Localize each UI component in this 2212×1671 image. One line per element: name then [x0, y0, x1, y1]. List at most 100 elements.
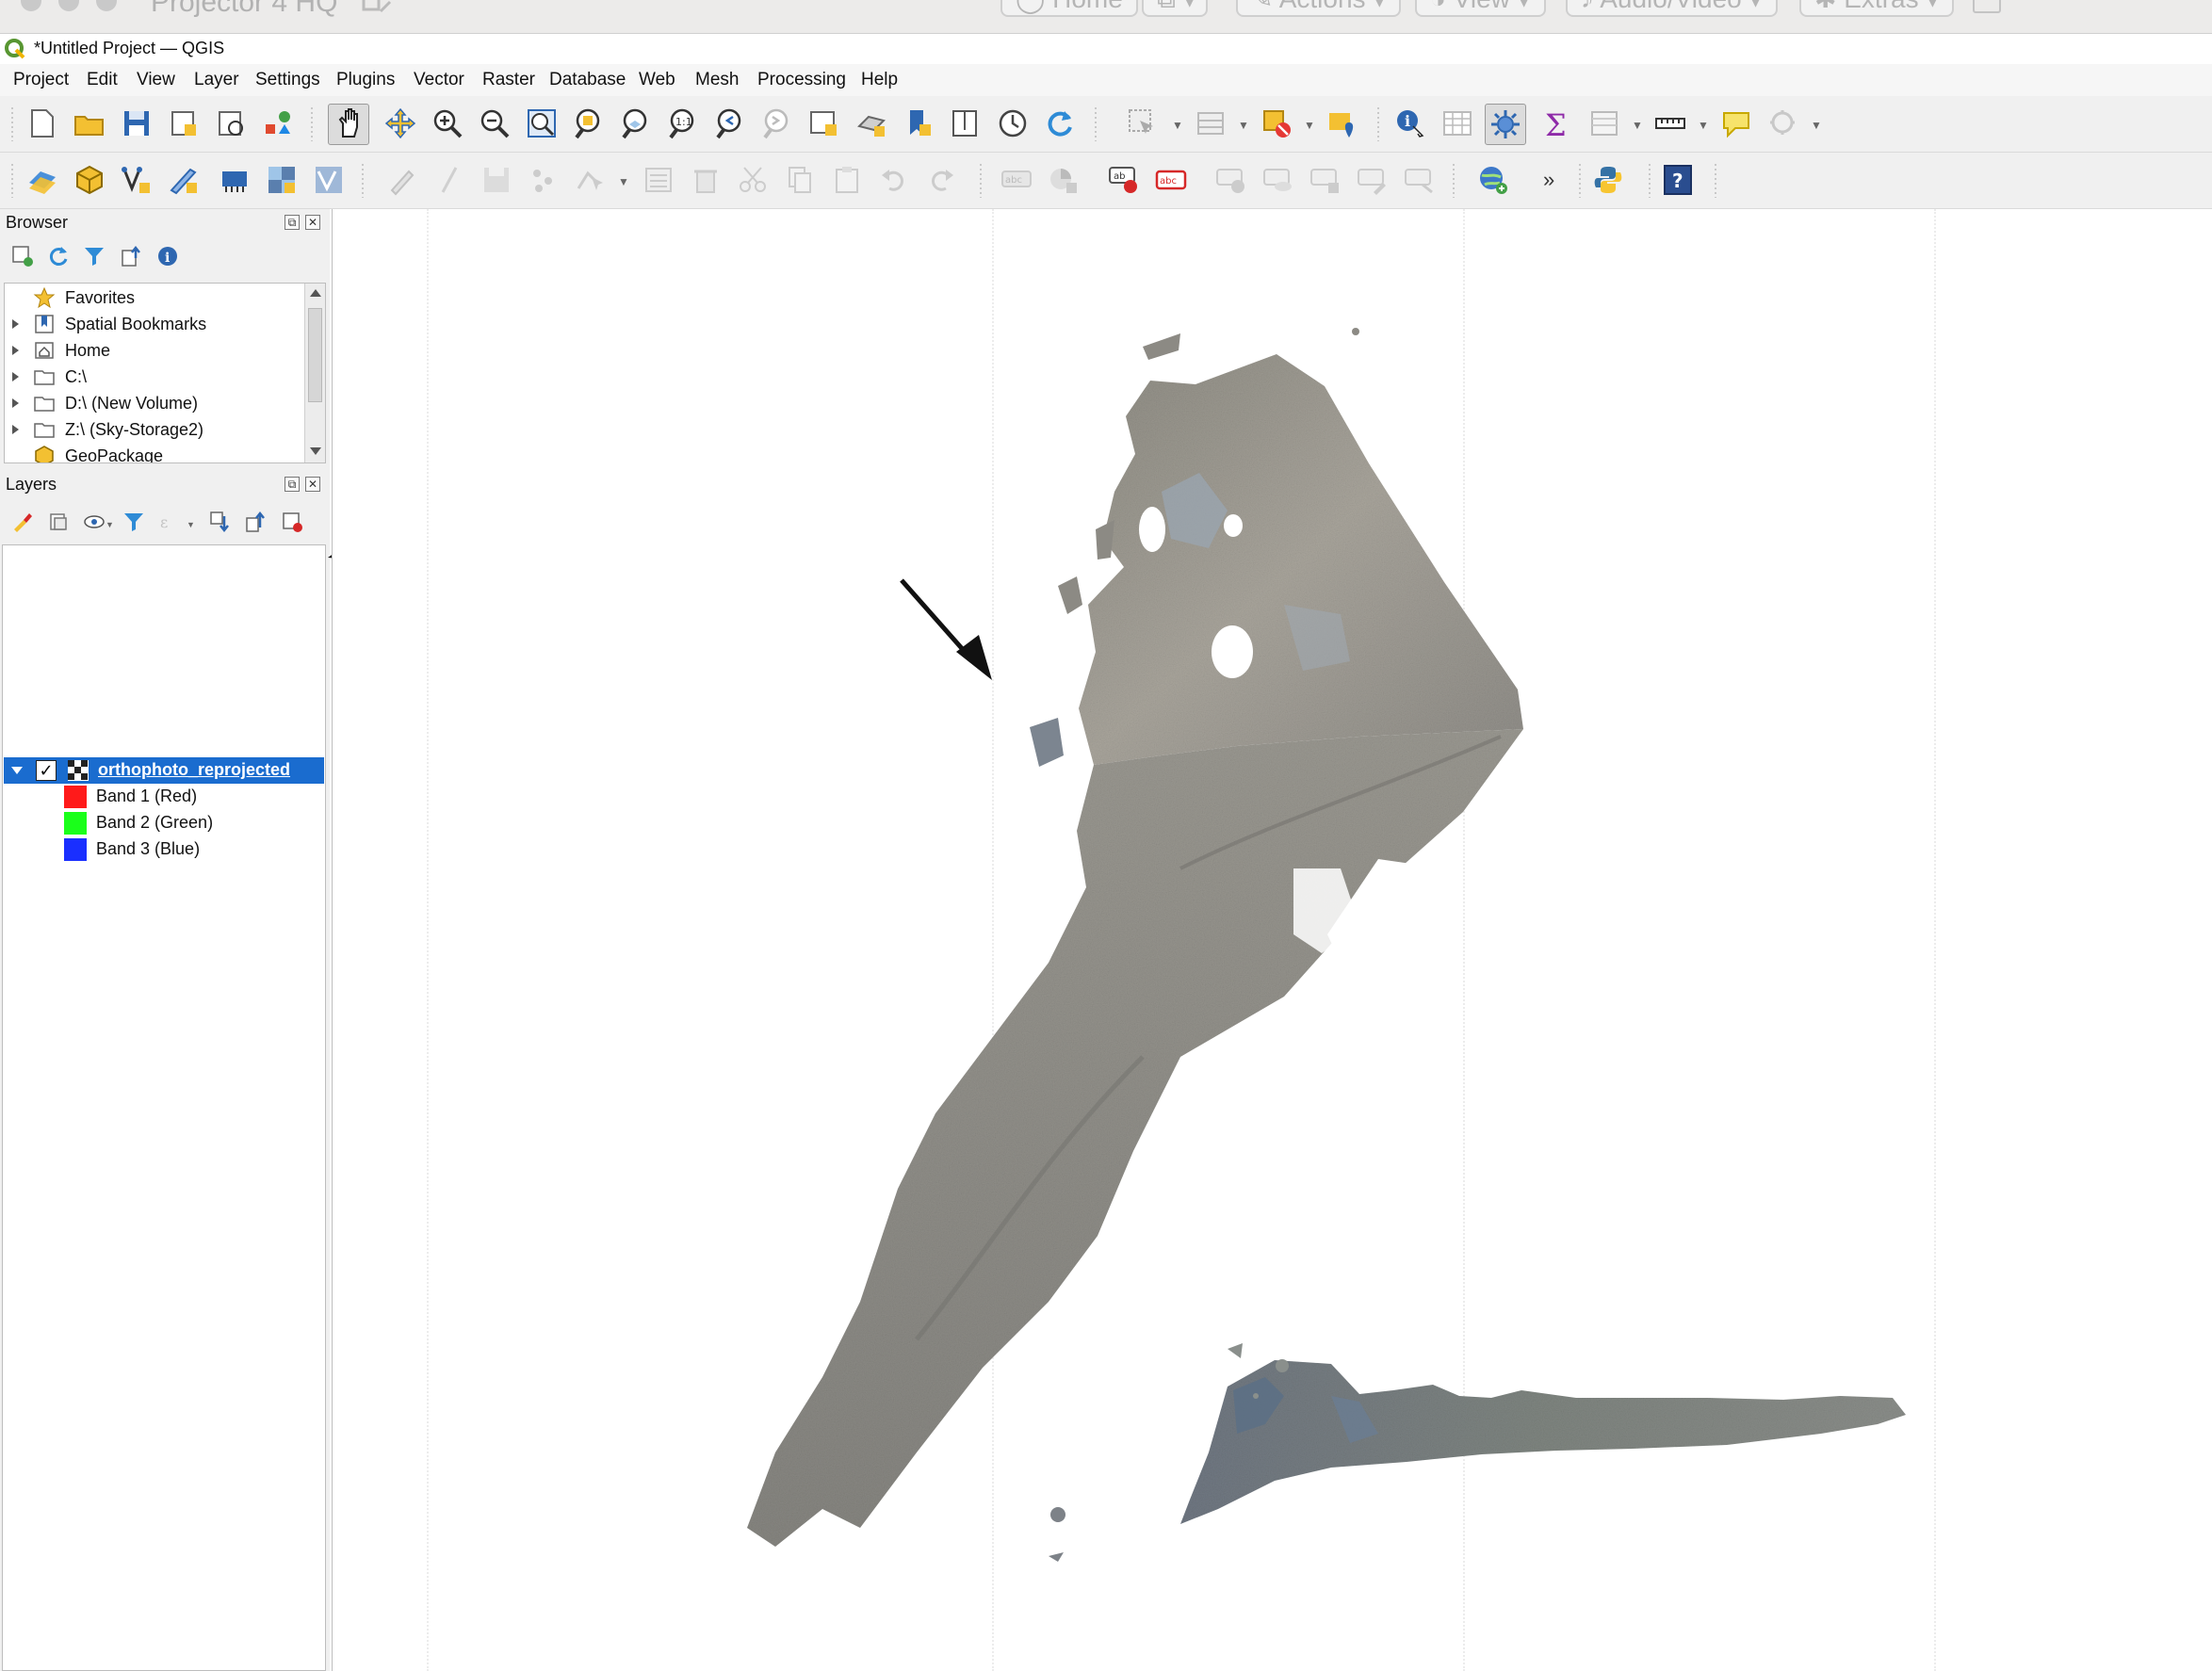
expand-caret-icon[interactable] — [12, 398, 19, 408]
collapse-caret-icon[interactable] — [11, 767, 23, 774]
outer-sidebar-icon[interactable] — [1973, 0, 2001, 13]
new-geopackage-layer-icon[interactable] — [73, 164, 106, 196]
browser-item-spatial-bookmarks[interactable]: Spatial Bookmarks — [5, 312, 304, 338]
zoom-in-icon[interactable] — [431, 107, 464, 139]
browser-scrollbar-thumb[interactable] — [308, 308, 322, 402]
vertex-tool-dropdown-icon[interactable]: ▼ — [618, 175, 629, 188]
manage-map-themes-icon[interactable] — [83, 511, 106, 533]
add-vector-layer-icon[interactable] — [313, 164, 345, 196]
python-console-icon[interactable] — [1592, 164, 1624, 196]
highlight-pinned-labels-icon[interactable]: abc — [1155, 164, 1187, 196]
add-group-icon[interactable] — [47, 511, 70, 533]
temporal-controller-icon[interactable] — [997, 107, 1029, 139]
menu-vector[interactable]: Vector — [414, 70, 464, 90]
scroll-up-arrow-icon[interactable] — [310, 289, 321, 297]
save-project-icon[interactable] — [121, 107, 153, 139]
outer-view-button[interactable]: ◑ View ▾ — [1415, 0, 1546, 17]
outer-home-button[interactable]: ◯ Home — [1000, 0, 1138, 17]
new-print-layout-icon[interactable] — [168, 107, 200, 139]
browser-float-button[interactable]: ⧉ — [285, 215, 300, 230]
browser-collapse-all-icon[interactable] — [121, 245, 143, 268]
pan-to-selection-icon[interactable] — [384, 107, 416, 139]
close-window-dot[interactable] — [21, 0, 41, 11]
remove-layer-icon[interactable] — [281, 511, 303, 533]
deselect-dropdown-icon[interactable]: ▼ — [1304, 119, 1315, 132]
menu-mesh[interactable]: Mesh — [695, 70, 739, 90]
zoom-out-icon[interactable] — [479, 107, 511, 139]
data-source-manager-icon[interactable] — [26, 164, 58, 196]
layers-close-button[interactable]: ✕ — [305, 477, 320, 492]
new-project-icon[interactable] — [26, 107, 58, 139]
filter-legend-icon[interactable] — [122, 511, 145, 533]
browser-scrollbar[interactable] — [304, 284, 325, 462]
layers-float-button[interactable]: ⧉ — [285, 477, 300, 492]
deselect-features-icon[interactable] — [1261, 107, 1293, 139]
scroll-down-arrow-icon[interactable] — [310, 447, 321, 455]
browser-refresh-icon[interactable] — [47, 245, 70, 268]
attributes-dropdown-icon[interactable]: ▼ — [1632, 119, 1643, 132]
refresh-icon[interactable] — [1044, 107, 1076, 139]
expand-caret-icon[interactable] — [12, 319, 19, 329]
menu-layer[interactable]: Layer — [194, 70, 239, 90]
new-bookmark-icon[interactable] — [903, 107, 935, 139]
outer-audio-video-button[interactable]: ♪ Audio/Video ▾ — [1566, 0, 1778, 17]
menu-web[interactable]: Web — [639, 70, 675, 90]
measure-line-icon[interactable] — [1654, 107, 1686, 139]
add-raster-layer-icon[interactable] — [266, 164, 298, 196]
style-manager-icon[interactable] — [262, 107, 294, 139]
statistical-summary-icon[interactable]: Σ — [1541, 107, 1573, 139]
select-by-location-icon[interactable] — [1326, 107, 1358, 139]
menu-processing[interactable]: Processing — [757, 70, 846, 90]
zoom-full-icon[interactable] — [526, 107, 558, 139]
browser-item-z-drive[interactable]: Z:\ (Sky-Storage2) — [5, 417, 304, 444]
menu-raster[interactable]: Raster — [482, 70, 535, 90]
zoom-to-layer-icon[interactable] — [620, 107, 652, 139]
new-3d-map-view-icon[interactable] — [855, 107, 887, 139]
expand-all-icon[interactable] — [209, 511, 232, 533]
layer-visibility-checkbox[interactable]: ✓ — [36, 760, 57, 781]
menu-project[interactable]: Project — [13, 70, 69, 90]
browser-close-button[interactable]: ✕ — [305, 215, 320, 230]
filter-expression-dropdown-icon[interactable]: ▼ — [187, 520, 195, 529]
browser-filter-icon[interactable] — [83, 245, 106, 268]
collapse-all-icon[interactable] — [245, 511, 268, 533]
open-layer-styling-icon[interactable] — [11, 511, 34, 533]
zoom-native-resolution-icon[interactable]: 1:1 — [667, 107, 699, 139]
new-virtual-layer-icon[interactable] — [219, 164, 251, 196]
outer-plugin-icon[interactable] — [362, 0, 394, 21]
pan-map-icon[interactable] — [333, 108, 366, 140]
select-by-value-dropdown-icon[interactable]: ▼ — [1238, 119, 1249, 132]
menu-help[interactable]: Help — [861, 70, 898, 90]
layout-manager-icon[interactable] — [215, 107, 247, 139]
menu-settings[interactable]: Settings — [255, 70, 320, 90]
browser-item-d-drive[interactable]: D:\ (New Volume) — [5, 391, 304, 417]
outer-copy-button[interactable]: ⧉ ▾ — [1142, 0, 1208, 17]
measure-dropdown-icon[interactable]: ▼ — [1698, 119, 1709, 132]
expand-caret-icon[interactable] — [12, 346, 19, 355]
browser-item-favorites[interactable]: Favorites — [5, 285, 304, 312]
show-bookmarks-icon[interactable] — [950, 107, 982, 139]
menu-plugins[interactable]: Plugins — [336, 70, 395, 90]
processing-toolbox-icon[interactable] — [1489, 108, 1521, 140]
identify-features-icon[interactable]: i — [1394, 107, 1426, 139]
outer-actions-button[interactable]: ✎ Actions ▾ — [1236, 0, 1402, 17]
browser-properties-icon[interactable]: i — [156, 245, 179, 268]
map-themes-dropdown-icon[interactable]: ▼ — [106, 520, 114, 529]
layer-row-orthophoto[interactable]: ✓ orthophoto_reprojected — [4, 757, 324, 784]
open-project-icon[interactable] — [73, 107, 106, 139]
expand-caret-icon[interactable] — [12, 425, 19, 434]
browser-item-home[interactable]: Home — [5, 338, 304, 365]
locator-dropdown-icon[interactable]: ▼ — [1811, 119, 1822, 132]
new-shapefile-layer-icon[interactable] — [121, 164, 153, 196]
zoom-last-icon[interactable] — [714, 107, 746, 139]
new-temporary-layer-icon[interactable] — [168, 164, 200, 196]
select-dropdown-icon[interactable]: ▼ — [1172, 119, 1183, 132]
map-tips-icon[interactable] — [1720, 107, 1752, 139]
browser-item-geopackage[interactable]: GeoPackage — [5, 444, 304, 462]
menu-edit[interactable]: Edit — [87, 70, 118, 90]
zoom-to-selection-icon[interactable] — [573, 107, 605, 139]
expand-caret-icon[interactable] — [12, 372, 19, 381]
menu-view[interactable]: View — [137, 70, 175, 90]
new-map-view-icon[interactable] — [808, 107, 840, 139]
toolbar-overflow-button[interactable]: » — [1543, 168, 1554, 192]
